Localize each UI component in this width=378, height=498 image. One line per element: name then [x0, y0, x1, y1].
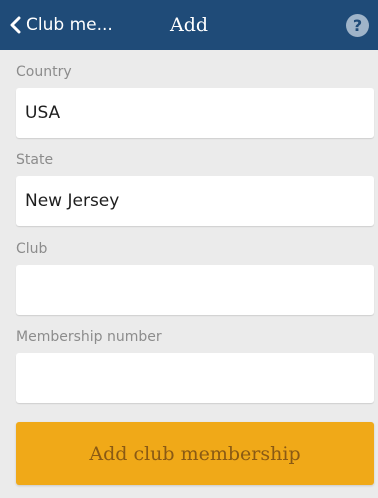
state-field[interactable]: New Jersey	[16, 176, 374, 226]
state-label: State	[16, 152, 54, 168]
chevron-left-icon	[9, 16, 21, 34]
membership-number-label: Membership number	[16, 329, 162, 345]
add-club-membership-button[interactable]: Add club membership	[16, 422, 374, 485]
club-field[interactable]	[16, 265, 374, 315]
country-label: Country	[16, 64, 72, 80]
country-field[interactable]: USA	[16, 88, 374, 138]
back-label: Club me...	[26, 15, 113, 35]
back-button[interactable]: Club me...	[9, 0, 113, 50]
help-icon[interactable]: ?	[346, 14, 369, 37]
membership-number-field[interactable]	[16, 353, 374, 403]
top-bar: Club me... Add ?	[0, 0, 378, 50]
club-label: Club	[16, 241, 48, 257]
